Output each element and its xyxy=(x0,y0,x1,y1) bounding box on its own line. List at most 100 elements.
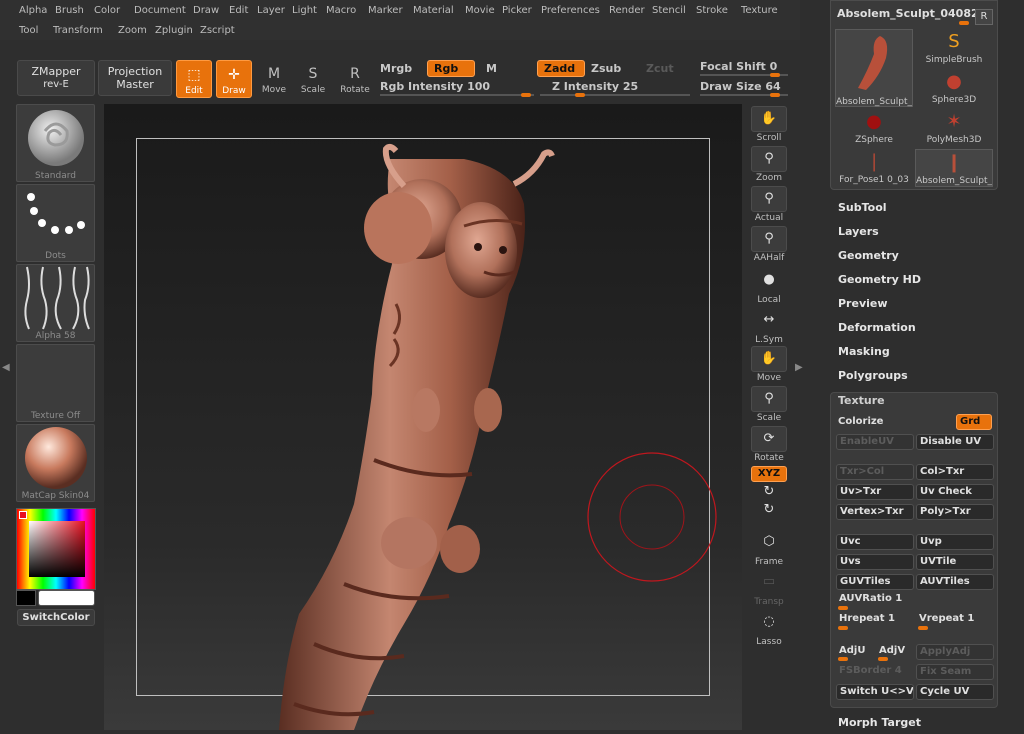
zsub-toggle[interactable]: Zsub xyxy=(591,62,621,75)
switch-color-button[interactable]: SwitchColor xyxy=(17,609,95,626)
tool-absolem-sculpt-2[interactable]: ❙ Absolem_Sculpt_ xyxy=(915,149,993,187)
grd-button[interactable]: Grd xyxy=(956,414,992,430)
menu-brush[interactable]: Brush xyxy=(55,5,84,16)
brush-selector[interactable]: Standard xyxy=(16,104,95,182)
color-picker-square[interactable] xyxy=(29,521,85,577)
fix-seam-button[interactable]: Fix Seam xyxy=(916,664,994,680)
auvratio-knob[interactable] xyxy=(838,606,848,610)
rgb-intensity-knob[interactable] xyxy=(521,93,531,97)
uvs-button[interactable]: Uvs xyxy=(836,554,914,570)
actual-button[interactable]: ⚲ Actual xyxy=(750,186,788,223)
tool-sphere3d[interactable]: ● Sphere3D xyxy=(915,69,993,107)
section-masking[interactable]: Masking xyxy=(838,345,890,358)
tool-for-pose[interactable]: ❘ For_Pose1 0_03 xyxy=(835,149,913,187)
poly-txr-button[interactable]: Poly>Txr xyxy=(916,504,994,520)
auvratio-slider[interactable]: AUVRatio 1 xyxy=(839,593,902,604)
tool-slider-knob[interactable] xyxy=(959,21,969,25)
projection-master-button[interactable]: Projection Master xyxy=(98,60,172,96)
adju-slider[interactable]: AdjU xyxy=(839,645,865,656)
cycle-uv-button[interactable]: Cycle UV xyxy=(916,684,994,700)
rgb-toggle[interactable]: Rgb xyxy=(427,60,475,77)
vertex-txr-button[interactable]: Vertex>Txr xyxy=(836,504,914,520)
section-layers[interactable]: Layers xyxy=(838,225,879,238)
draw-button[interactable]: ✛ Draw xyxy=(216,60,252,98)
menu-color[interactable]: Color xyxy=(94,5,120,16)
draw-size-knob[interactable] xyxy=(770,93,780,97)
rotate-y-button[interactable]: ↻ xyxy=(750,485,788,500)
zadd-toggle[interactable]: Zadd xyxy=(537,60,585,77)
menu-layer[interactable]: Layer xyxy=(257,5,285,16)
hrepeat-slider[interactable]: Hrepeat 1 xyxy=(839,613,895,624)
apply-adj-button[interactable]: ApplyAdj xyxy=(916,644,994,660)
texture-section-title[interactable]: Texture xyxy=(838,394,885,407)
disable-uv-button[interactable]: Disable UV xyxy=(916,434,994,450)
transp-button[interactable]: ▭ Transp xyxy=(750,570,788,607)
menu-stroke[interactable]: Stroke xyxy=(696,5,728,16)
adju-knob[interactable] xyxy=(838,657,848,661)
z-intensity-track[interactable] xyxy=(540,94,690,96)
alpha-selector[interactable]: Alpha 58 xyxy=(16,264,95,342)
vrepeat-slider[interactable]: Vrepeat 1 xyxy=(919,613,974,624)
left-tray-arrow-icon[interactable]: ◀ xyxy=(2,362,10,373)
caterpillar-sculpt-model[interactable] xyxy=(104,104,742,730)
lsym-button[interactable]: ↔ L.Sym xyxy=(750,308,788,345)
menu-picker[interactable]: Picker xyxy=(502,5,532,16)
texture-selector[interactable]: Texture Off xyxy=(16,344,95,422)
vrepeat-knob[interactable] xyxy=(918,626,928,630)
zmapper-button[interactable]: ZMapper rev-E xyxy=(17,60,95,96)
section-preview[interactable]: Preview xyxy=(838,297,888,310)
tool-r-button[interactable]: R xyxy=(975,9,993,25)
menu-document[interactable]: Document xyxy=(134,5,186,16)
menu-render[interactable]: Render xyxy=(609,5,645,16)
auvtiles-button[interactable]: AUVTiles xyxy=(916,574,994,590)
adjv-knob[interactable] xyxy=(878,657,888,661)
colorize-label[interactable]: Colorize xyxy=(838,416,883,427)
scale-view-button[interactable]: ⚲ Scale xyxy=(750,386,788,423)
mrgb-toggle[interactable]: Mrgb xyxy=(380,62,412,75)
move-view-button[interactable]: ✋ Move xyxy=(750,346,788,383)
move-button[interactable]: M Move xyxy=(256,60,292,98)
menu-light[interactable]: Light xyxy=(292,5,317,16)
z-intensity-knob[interactable] xyxy=(575,93,585,97)
menu-preferences[interactable]: Preferences xyxy=(541,5,600,16)
menu-material[interactable]: Material xyxy=(413,5,454,16)
tool-simplebrush[interactable]: S SimpleBrush xyxy=(915,29,993,67)
secondary-color-swatch[interactable] xyxy=(16,590,36,606)
frame-button[interactable]: ⬡ Frame xyxy=(750,530,788,567)
col-txr-button[interactable]: Col>Txr xyxy=(916,464,994,480)
menu-zoom[interactable]: Zoom xyxy=(118,25,147,36)
menu-zplugin[interactable]: Zplugin xyxy=(155,25,193,36)
section-deformation[interactable]: Deformation xyxy=(838,321,916,334)
uvc-button[interactable]: Uvc xyxy=(836,534,914,550)
tool-absolem-sculpt[interactable]: Absolem_Sculpt_ xyxy=(835,29,913,107)
rgb-intensity-slider[interactable]: Rgb Intensity 100 xyxy=(380,80,490,93)
enable-uv-button[interactable]: EnableUV xyxy=(836,434,914,450)
focal-shift-slider[interactable]: Focal Shift 0 xyxy=(700,60,777,73)
zoom-button[interactable]: ⚲ Zoom xyxy=(750,146,788,183)
rotate-view-button[interactable]: ⟳ Rotate xyxy=(750,426,788,463)
aahalf-button[interactable]: ⚲ AAHalf xyxy=(750,226,788,263)
right-tray-arrow-icon[interactable]: ▶ xyxy=(795,362,803,373)
uvtile-button[interactable]: UVTile xyxy=(916,554,994,570)
section-subtool[interactable]: SubTool xyxy=(838,201,887,214)
edit-button[interactable]: ⬚ Edit xyxy=(176,60,212,98)
local-button[interactable]: ● Local xyxy=(750,268,788,305)
uvp-button[interactable]: Uvp xyxy=(916,534,994,550)
m-toggle[interactable]: M xyxy=(486,62,497,75)
canvas[interactable] xyxy=(104,104,742,730)
zcut-toggle[interactable]: Zcut xyxy=(646,62,674,75)
menu-edit[interactable]: Edit xyxy=(229,5,248,16)
stroke-selector[interactable]: Dots xyxy=(16,184,95,262)
scroll-button[interactable]: ✋ Scroll xyxy=(750,106,788,143)
scale-button[interactable]: S Scale xyxy=(295,60,331,98)
adjv-slider[interactable]: AdjV xyxy=(879,645,905,656)
fsborder-slider[interactable]: FSBorder 4 xyxy=(839,665,902,676)
guvtiles-button[interactable]: GUVTiles xyxy=(836,574,914,590)
section-morph-target[interactable]: Morph Target xyxy=(838,716,921,729)
menu-marker[interactable]: Marker xyxy=(368,5,403,16)
uv-txr-button[interactable]: Uv>Txr xyxy=(836,484,914,500)
menu-texture[interactable]: Texture xyxy=(741,5,778,16)
z-intensity-slider[interactable]: Z Intensity 25 xyxy=(552,80,638,93)
focal-shift-knob[interactable] xyxy=(770,73,780,77)
menu-tool[interactable]: Tool xyxy=(19,25,38,36)
